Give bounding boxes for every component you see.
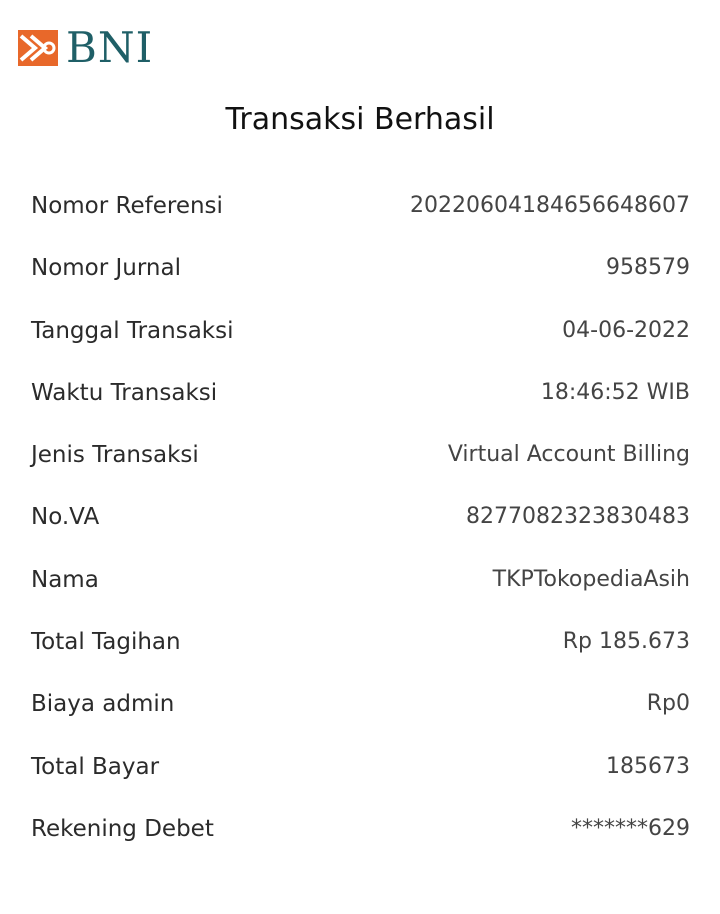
detail-row-waktu-transaksi: Waktu Transaksi 18:46:52 WIB bbox=[31, 372, 690, 434]
detail-row-biaya-admin: Biaya admin Rp0 bbox=[31, 683, 690, 745]
detail-label: Waktu Transaksi bbox=[31, 379, 218, 406]
detail-value: 20220604184656648607 bbox=[410, 193, 690, 218]
transaction-details: Nomor Referensi 20220604184656648607 Nom… bbox=[31, 185, 690, 870]
detail-label: Nomor Referensi bbox=[31, 193, 223, 219]
detail-label: Jenis Transaksi bbox=[31, 442, 199, 469]
detail-value: Virtual Account Billing bbox=[447, 442, 690, 468]
detail-value: Rp 185.673 bbox=[562, 629, 690, 655]
detail-value: 04-06-2022 bbox=[562, 317, 690, 343]
detail-row-nomor-jurnal: Nomor Jurnal 958579 bbox=[31, 247, 690, 309]
bni-logo-text: BNI bbox=[66, 23, 154, 72]
detail-value: Rp0 bbox=[646, 691, 690, 717]
detail-label: Total Bayar bbox=[31, 753, 160, 780]
detail-label: No.VA bbox=[31, 504, 100, 531]
detail-label: Biaya admin bbox=[31, 691, 175, 718]
detail-label: Total Tagihan bbox=[31, 629, 181, 656]
bni-logo: BNI bbox=[18, 23, 154, 72]
detail-row-nomor-referensi: Nomor Referensi 20220604184656648607 bbox=[31, 185, 690, 247]
detail-value: 185673 bbox=[606, 753, 690, 779]
detail-label: Nama bbox=[31, 566, 99, 593]
detail-value: TKPTokopediaAsih bbox=[492, 566, 690, 592]
detail-row-nama: Nama TKPTokopediaAsih bbox=[31, 559, 690, 621]
detail-row-rekening-debet: Rekening Debet *******629 bbox=[31, 808, 690, 870]
detail-row-no-va: No.VA 8277082323830483 bbox=[31, 496, 690, 558]
detail-row-total-tagihan: Total Tagihan Rp 185.673 bbox=[31, 621, 690, 683]
detail-row-jenis-transaksi: Jenis Transaksi Virtual Account Billing bbox=[31, 434, 690, 496]
detail-value: 8277082323830483 bbox=[466, 504, 690, 530]
detail-label: Rekening Debet bbox=[31, 815, 214, 842]
detail-row-total-bayar: Total Bayar 185673 bbox=[31, 746, 690, 808]
page-title: Transaksi Berhasil bbox=[225, 102, 495, 137]
detail-label: Tanggal Transaksi bbox=[31, 317, 234, 344]
detail-label: Nomor Jurnal bbox=[31, 255, 181, 282]
bni-emblem-icon bbox=[18, 30, 58, 66]
detail-value: *******629 bbox=[571, 815, 690, 841]
detail-row-tanggal-transaksi: Tanggal Transaksi 04-06-2022 bbox=[31, 310, 690, 372]
detail-value: 958579 bbox=[606, 255, 690, 281]
detail-value: 18:46:52 WIB bbox=[540, 379, 690, 405]
